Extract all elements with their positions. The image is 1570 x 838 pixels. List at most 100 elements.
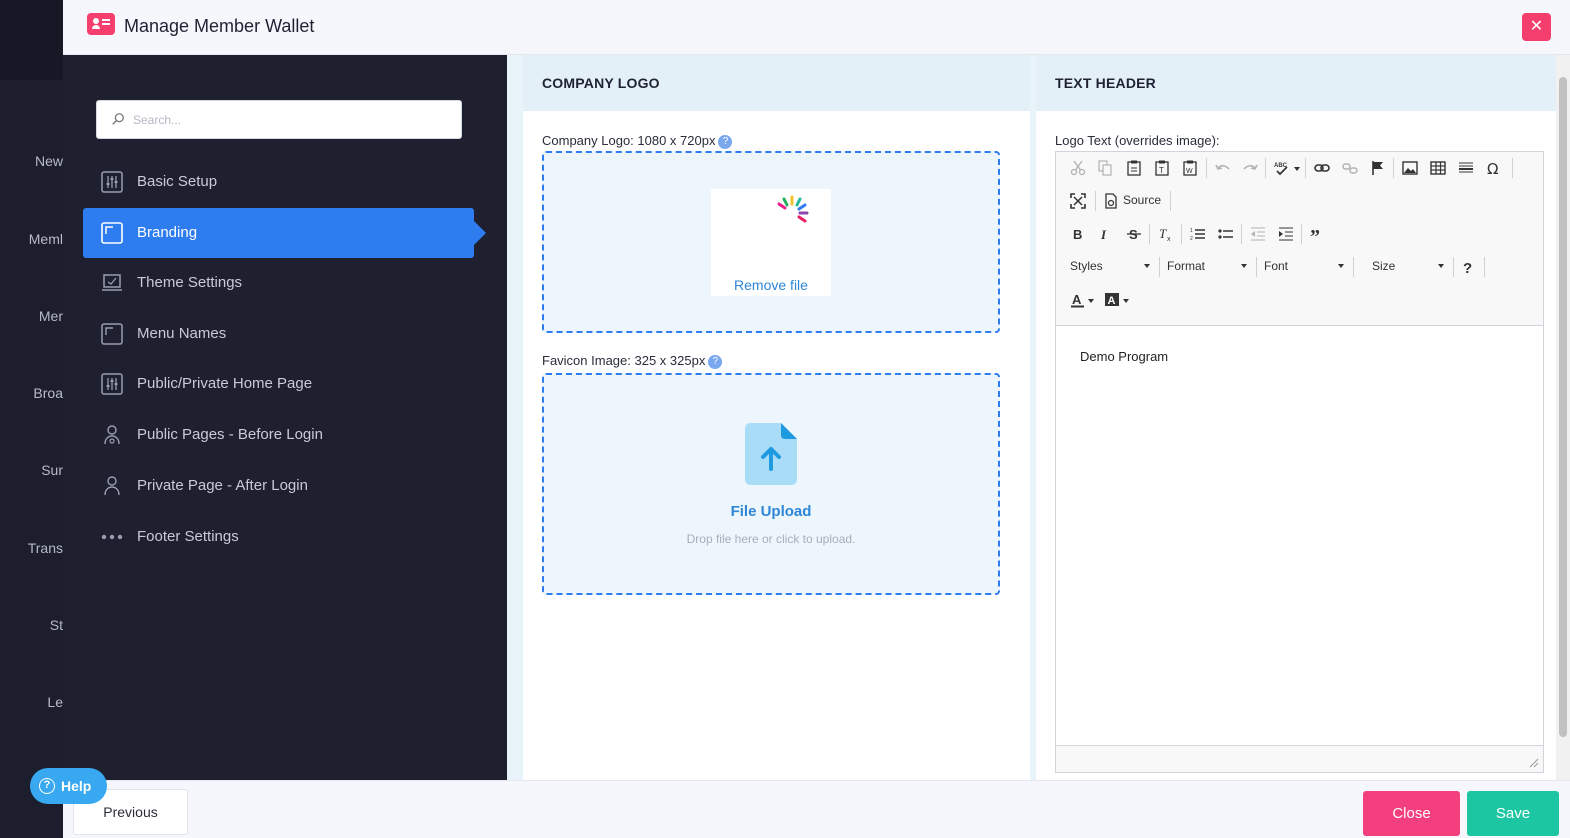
help-button[interactable]: ? Help: [30, 768, 107, 804]
chevron-down-icon: [1338, 264, 1344, 268]
cut-icon[interactable]: [1066, 156, 1090, 180]
modal-footer: Previous Close Save: [63, 780, 1570, 838]
sliders-icon: [101, 373, 123, 395]
nav-item-basic-setup[interactable]: Basic Setup: [83, 157, 474, 207]
nav-item-public-pages[interactable]: Public Pages - Before Login: [83, 410, 474, 460]
svg-text:W: W: [1186, 168, 1193, 175]
id-card-icon: [87, 13, 115, 35]
editor-content[interactable]: Demo Program: [1056, 327, 1543, 745]
modal-header: Manage Member Wallet ✕: [63, 0, 1570, 55]
close-icon: ✕: [1529, 18, 1544, 35]
search-icon: [112, 113, 124, 125]
svg-text:”: ”: [1310, 226, 1320, 242]
styles-dropdown[interactable]: Styles: [1066, 255, 1154, 277]
bg-nav-item-4: Broa: [33, 385, 63, 401]
chevron-down-icon[interactable]: [1294, 167, 1300, 171]
copy-icon[interactable]: [1093, 156, 1117, 180]
bg-nav-item-5: Sur: [41, 462, 63, 478]
company-logo-panel: COMPANY LOGO Company Logo: 1080 x 720px?: [523, 55, 1030, 780]
settings-nav: Basic Setup Branding Theme Settings Menu…: [63, 55, 507, 780]
search-input[interactable]: [133, 110, 443, 130]
numbered-list-icon[interactable]: 12: [1186, 222, 1210, 246]
frame-icon: [101, 222, 123, 244]
nav-item-label: Theme Settings: [137, 274, 243, 291]
nav-item-label: Branding: [137, 224, 198, 241]
user-icon: [104, 476, 120, 496]
nav-item-private-page[interactable]: Private Page - After Login: [83, 461, 474, 511]
company-logo-label: Company Logo: 1080 x 720px?: [542, 133, 733, 149]
frame-icon: [101, 323, 123, 345]
svg-text:?: ?: [1463, 260, 1472, 275]
nav-item-footer-settings[interactable]: Footer Settings: [83, 512, 474, 562]
company-logo-dropzone[interactable]: Remove file: [542, 151, 1000, 333]
spinner-logo-icon: [777, 195, 809, 223]
nav-item-branding[interactable]: Branding: [83, 208, 486, 258]
chevron-down-icon[interactable]: [1123, 299, 1129, 303]
anchor-flag-icon[interactable]: [1366, 156, 1390, 180]
svg-text:B: B: [1073, 227, 1082, 242]
svg-text:A: A: [1108, 295, 1116, 307]
link-icon[interactable]: [1310, 156, 1334, 180]
image-icon[interactable]: [1398, 156, 1422, 180]
modal-title: Manage Member Wallet: [124, 16, 315, 36]
maximize-icon[interactable]: [1066, 189, 1090, 213]
remove-file-link[interactable]: Remove file: [711, 277, 831, 293]
font-dropdown[interactable]: Font: [1260, 255, 1348, 277]
remove-format-icon[interactable]: Tx: [1154, 222, 1178, 246]
nav-item-home-page[interactable]: Public/Private Home Page: [83, 359, 474, 409]
undo-icon[interactable]: [1211, 156, 1235, 180]
help-question-icon[interactable]: ?: [718, 135, 733, 149]
nav-item-theme-settings[interactable]: Theme Settings: [83, 258, 474, 308]
text-header-panel: TEXT HEADER Logo Text (overrides image):…: [1036, 55, 1558, 780]
modal-close-button[interactable]: ✕: [1522, 13, 1551, 41]
content-area: COMPANY LOGO Company Logo: 1080 x 720px?: [507, 55, 1570, 780]
horizontal-line-icon[interactable]: [1454, 156, 1478, 180]
logo-text-label: Logo Text (overrides image):: [1055, 133, 1220, 148]
bg-nav-item-7: St: [49, 617, 63, 633]
close-button[interactable]: Close: [1363, 791, 1460, 836]
strikethrough-icon[interactable]: S: [1122, 222, 1146, 246]
paste-text-icon[interactable]: T: [1150, 156, 1174, 180]
paste-word-icon[interactable]: W: [1178, 156, 1202, 180]
bg-nav-item-3: Mer: [38, 308, 63, 324]
bulleted-list-icon[interactable]: [1214, 222, 1238, 246]
scrollbar-thumb[interactable]: [1559, 77, 1567, 737]
sliders-icon: [101, 171, 123, 193]
nav-item-label: Public/Private Home Page: [137, 375, 313, 392]
editor-text: Demo Program: [1080, 349, 1169, 364]
file-upload-icon: [745, 423, 797, 485]
nav-item-label: Public Pages - Before Login: [137, 426, 323, 443]
spellcheck-icon[interactable]: ABC: [1270, 156, 1294, 180]
help-question-icon[interactable]: ?: [708, 355, 723, 369]
text-color-icon[interactable]: A: [1066, 288, 1090, 312]
special-char-icon[interactable]: Ω: [1482, 156, 1506, 180]
blockquote-icon[interactable]: ”: [1306, 222, 1330, 246]
help-icon[interactable]: ?: [1456, 255, 1480, 279]
save-button[interactable]: Save: [1467, 791, 1559, 836]
bg-nav-item-8: Le: [47, 694, 63, 710]
content-scrollbar[interactable]: [1556, 55, 1570, 780]
chevron-down-icon[interactable]: [1088, 299, 1094, 303]
resize-handle-icon[interactable]: [1529, 758, 1539, 768]
size-dropdown[interactable]: Size: [1368, 255, 1448, 277]
bg-nav-item-1: New: [34, 153, 63, 169]
editor-toolbar: T W ABC Ω Source B I T x 1 2 ” Styles Fo…: [1056, 152, 1543, 326]
bg-nav-item-6: Trans: [27, 540, 63, 556]
paste-icon[interactable]: [1122, 156, 1146, 180]
italic-icon[interactable]: I: [1093, 222, 1117, 246]
outdent-icon[interactable]: [1246, 222, 1270, 246]
bold-icon[interactable]: B: [1066, 222, 1090, 246]
indent-icon[interactable]: [1274, 222, 1298, 246]
format-dropdown[interactable]: Format: [1163, 255, 1251, 277]
source-icon[interactable]: [1099, 189, 1123, 213]
source-button[interactable]: Source: [1123, 193, 1161, 207]
background-color-icon[interactable]: A: [1100, 288, 1124, 312]
table-icon[interactable]: [1426, 156, 1450, 180]
nav-item-menu-names[interactable]: Menu Names: [83, 309, 474, 359]
laptop-icon: [102, 274, 122, 291]
unlink-icon[interactable]: [1338, 156, 1362, 180]
favicon-dropzone[interactable]: File Upload Drop file here or click to u…: [542, 373, 1000, 595]
redo-icon[interactable]: [1238, 156, 1262, 180]
editor-statusbar: [1056, 745, 1543, 772]
nav-search: [96, 100, 462, 139]
